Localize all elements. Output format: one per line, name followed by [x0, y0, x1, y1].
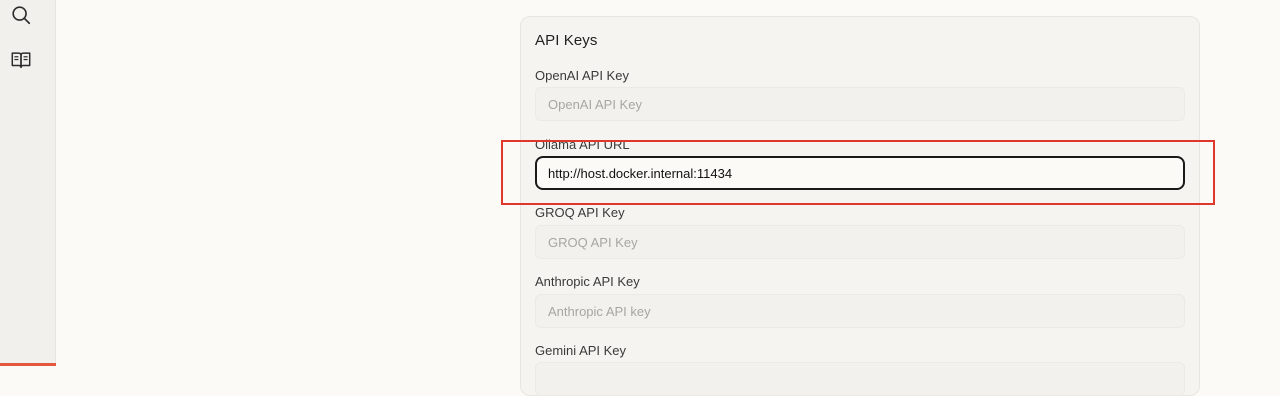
gemini-api-key-input[interactable] [535, 362, 1185, 396]
ollama-api-url-label: Ollama API URL [535, 137, 630, 152]
gemini-api-key-label: Gemini API Key [535, 343, 627, 358]
openai-api-key-label: OpenAI API Key [535, 68, 629, 83]
openai-api-key-input[interactable] [535, 87, 1185, 121]
panel-title: API Keys [535, 32, 598, 49]
groq-api-key-input[interactable] [535, 225, 1185, 259]
anthropic-api-key-label: Anthropic API Key [535, 274, 640, 289]
book-icon[interactable] [10, 49, 32, 71]
ollama-api-url-input[interactable] [535, 156, 1185, 190]
sidebar [0, 0, 56, 366]
anthropic-api-key-input[interactable] [535, 294, 1185, 328]
groq-api-key-label: GROQ API Key [535, 205, 625, 220]
search-icon[interactable] [10, 4, 32, 26]
